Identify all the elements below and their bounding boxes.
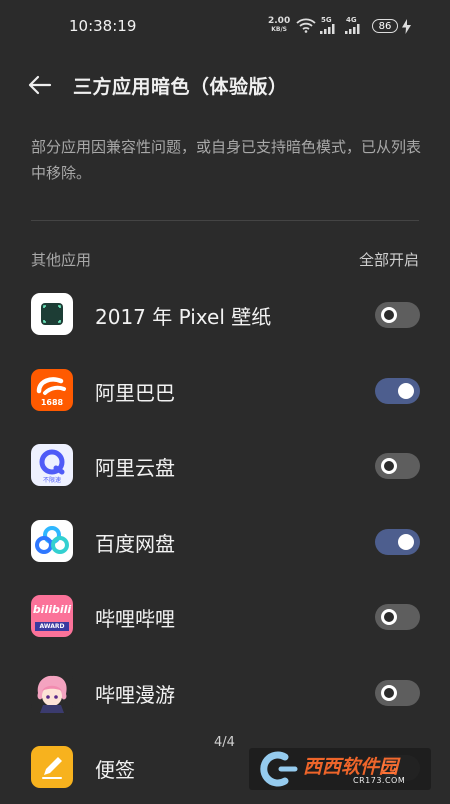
toggle-knob bbox=[381, 307, 397, 323]
signal-5g-icon bbox=[320, 24, 335, 34]
watermark-logo-icon bbox=[260, 751, 298, 787]
app-row-bilibili-roaming[interactable]: 哔哩漫游 bbox=[0, 653, 450, 729]
status-bar: 10:38:19 2.00 KB/S 5G 4G 86 bbox=[0, 0, 450, 52]
bilibili-icon: bilibili AWARD bbox=[31, 595, 73, 637]
signal-4g-icon bbox=[345, 24, 360, 34]
toggle-knob bbox=[381, 458, 397, 474]
charging-icon bbox=[402, 19, 411, 34]
watermark-url: CR173.COM bbox=[353, 776, 406, 785]
page-title: 三方应用暗色（体验版） bbox=[73, 76, 288, 98]
section-label: 其他应用 bbox=[31, 251, 92, 269]
baidu-netdisk-icon bbox=[31, 519, 73, 562]
app-name: 阿里巴巴 bbox=[95, 380, 175, 405]
status-time: 10:38:19 bbox=[69, 17, 137, 35]
watermark-brand: 西西软件园 bbox=[303, 756, 399, 778]
bilibili-roaming-icon bbox=[31, 670, 73, 713]
dark-mode-toggle[interactable] bbox=[375, 528, 420, 555]
app-list: 2017 年 Pixel 壁纸 1688 阿里巴巴 不限速 阿里云盘 百度网盘 … bbox=[0, 275, 450, 804]
alibaba-icon-label: 1688 bbox=[40, 397, 64, 407]
page-indicator: 4/4 bbox=[214, 735, 235, 750]
app-name: 便签 bbox=[95, 758, 135, 782]
app-name: 哔哩漫游 bbox=[95, 682, 175, 707]
toggle-knob bbox=[381, 684, 397, 701]
notes-icon bbox=[31, 746, 73, 788]
bilibili-icon-label: bilibili bbox=[32, 603, 72, 616]
wifi-icon bbox=[296, 18, 316, 33]
dark-mode-toggle[interactable] bbox=[375, 302, 420, 328]
app-row-bilibili[interactable]: bilibili AWARD 哔哩哔哩 bbox=[0, 577, 450, 653]
signal-5g-label: 5G bbox=[321, 16, 332, 24]
toggle-knob bbox=[398, 533, 414, 550]
signal-4g-label: 4G bbox=[346, 16, 357, 24]
app-name: 百度网盘 bbox=[95, 531, 175, 556]
back-arrow-icon[interactable] bbox=[26, 71, 54, 99]
enable-all-button[interactable]: 全部开启 bbox=[359, 249, 419, 270]
dark-mode-toggle[interactable] bbox=[375, 679, 420, 706]
network-speed-value: 2.00 bbox=[268, 16, 291, 26]
header: 三方应用暗色（体验版） bbox=[0, 62, 450, 108]
bilibili-icon-sublabel: AWARD bbox=[35, 622, 69, 631]
network-speed: 2.00 KB/S bbox=[268, 17, 290, 34]
app-name: 2017 年 Pixel 壁纸 bbox=[95, 305, 272, 329]
aliyun-drive-icon: 不限速 bbox=[31, 444, 73, 486]
toggle-knob bbox=[398, 382, 414, 399]
app-row-baidu-netdisk[interactable]: 百度网盘 bbox=[0, 502, 450, 578]
dark-mode-toggle[interactable] bbox=[375, 604, 420, 630]
aliyun-drive-icon-label: 不限速 bbox=[42, 477, 61, 484]
alibaba-icon: 1688 bbox=[31, 368, 73, 411]
pixel-wallpaper-icon bbox=[31, 293, 73, 335]
app-name: 阿里云盘 bbox=[95, 456, 175, 480]
toggle-knob bbox=[381, 609, 397, 625]
watermark: 西西软件园 CR173.COM bbox=[249, 748, 431, 790]
divider bbox=[31, 220, 419, 221]
network-speed-unit: KB/S bbox=[271, 26, 287, 33]
app-row-alibaba[interactable]: 1688 阿里巴巴 bbox=[0, 351, 450, 427]
description-text: 部分应用因兼容性问题，或自身已支持暗色模式，已从列表中移除。 bbox=[31, 138, 422, 182]
battery-indicator: 86 bbox=[372, 19, 398, 33]
dark-mode-toggle[interactable] bbox=[375, 453, 420, 479]
dark-mode-toggle[interactable] bbox=[375, 377, 420, 404]
app-row-aliyun-drive[interactable]: 不限速 阿里云盘 bbox=[0, 426, 450, 502]
app-row-pixel-wallpaper[interactable]: 2017 年 Pixel 壁纸 bbox=[0, 275, 450, 351]
app-name: 哔哩哔哩 bbox=[95, 607, 175, 631]
